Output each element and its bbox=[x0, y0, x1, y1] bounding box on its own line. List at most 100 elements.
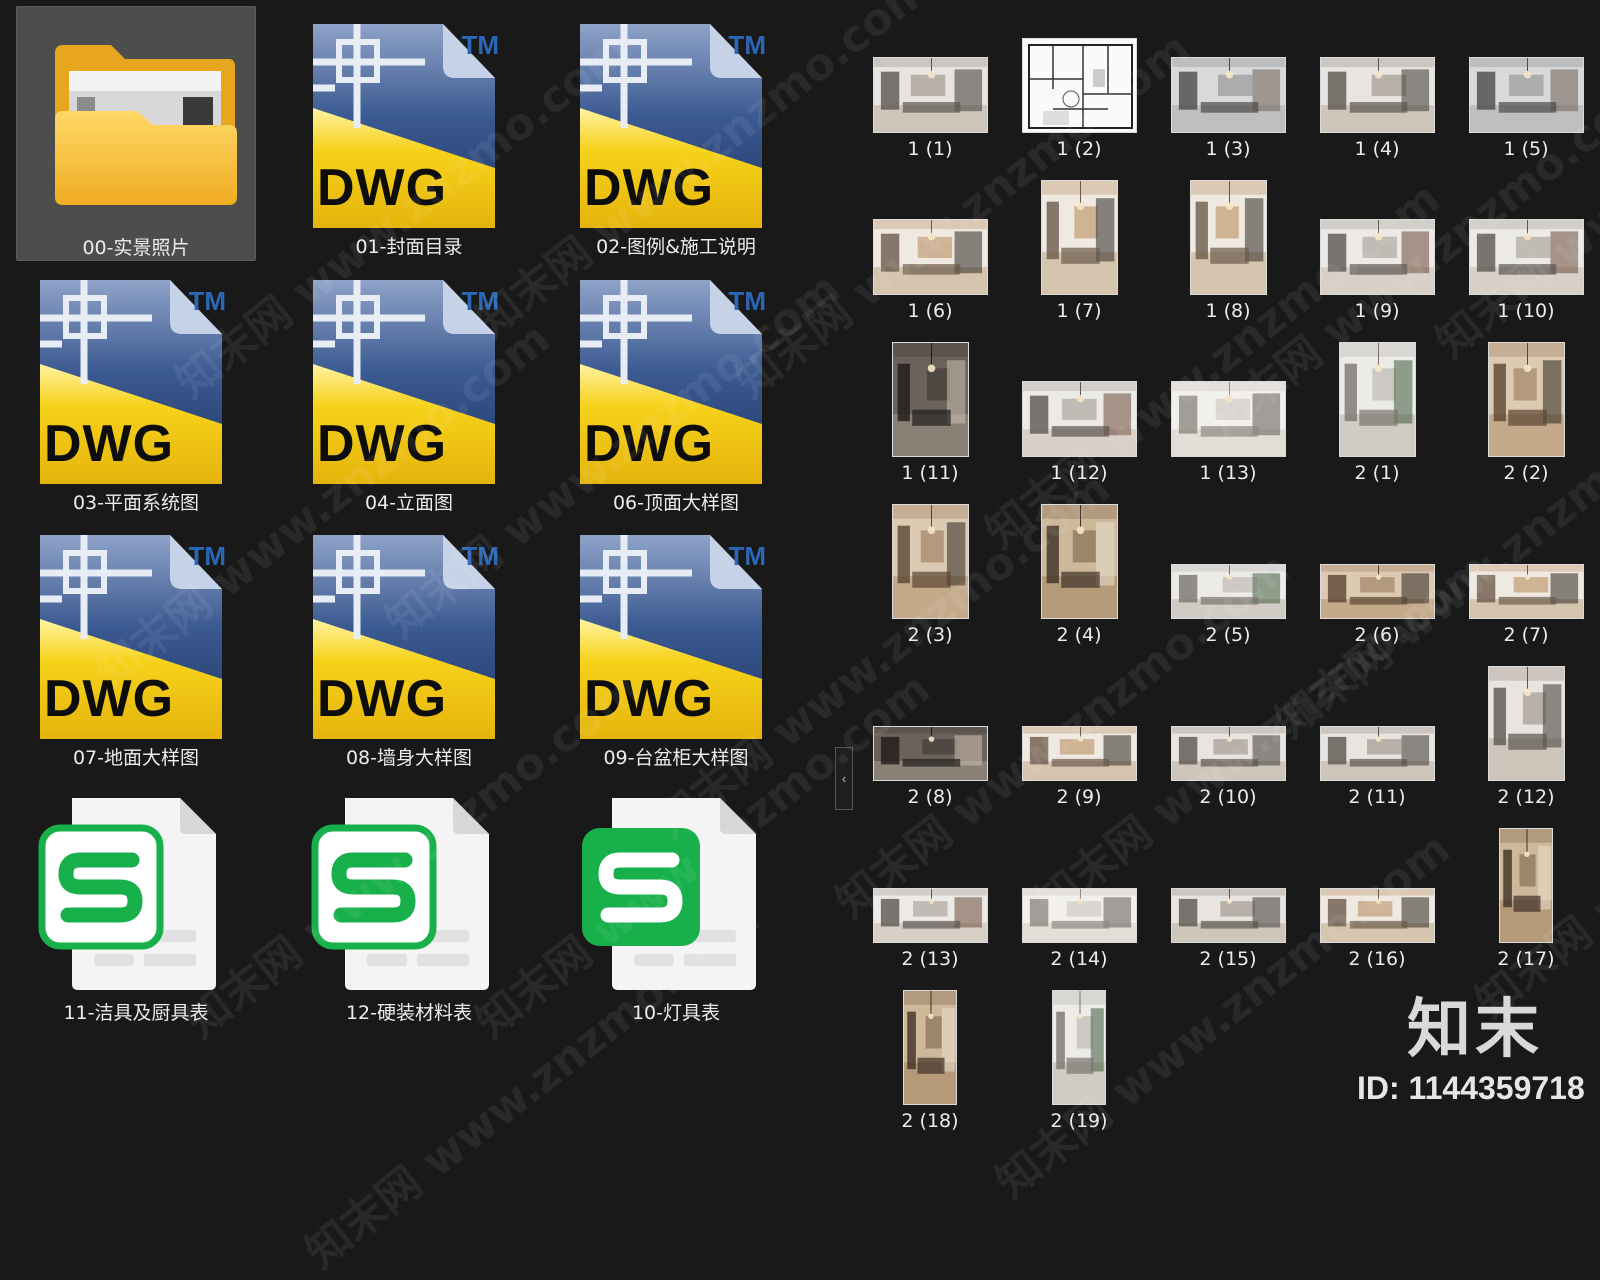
file-item[interactable]: TM DWG 06-顶面大样图 bbox=[556, 262, 796, 517]
image-thumbnail-item[interactable]: 2 (16) bbox=[1302, 822, 1452, 982]
file-name-label: 02-图例&施工说明 bbox=[596, 236, 756, 258]
file-name-label: 03-平面系统图 bbox=[72, 492, 200, 514]
image-file-name-label: 2 (4) bbox=[1056, 624, 1102, 646]
image-thumbnail-item[interactable]: 1 (1) bbox=[855, 12, 1005, 172]
image-file-name-label: 1 (8) bbox=[1205, 300, 1251, 322]
image-thumbnail-item[interactable]: 2 (9) bbox=[1004, 660, 1154, 820]
dwg-file-icon: TM DWG bbox=[572, 274, 780, 486]
image-thumbnail bbox=[1170, 381, 1286, 457]
dwg-file-icon: TM DWG bbox=[32, 529, 240, 741]
image-thumbnail-item[interactable]: 1 (10) bbox=[1451, 174, 1600, 334]
image-thumbnail-item[interactable]: 1 (12) bbox=[1004, 336, 1154, 496]
spreadsheet-file-icon bbox=[572, 784, 780, 996]
image-thumbnail-item[interactable]: 2 (7) bbox=[1451, 498, 1600, 658]
image-thumbnail-item[interactable]: 2 (11) bbox=[1302, 660, 1452, 820]
image-thumbnail-item[interactable]: 2 (2) bbox=[1451, 336, 1600, 496]
image-thumbnail bbox=[1468, 57, 1584, 133]
image-thumbnail bbox=[1499, 828, 1553, 943]
dwg-badge-label: DWG bbox=[44, 415, 175, 473]
file-name-label: 11-洁具及厨具表 bbox=[63, 1002, 209, 1024]
image-thumbnail bbox=[1319, 726, 1435, 781]
trademark-label: TM bbox=[188, 541, 226, 571]
file-item[interactable]: TM DWG 03-平面系统图 bbox=[16, 262, 256, 517]
dwg-badge-label: DWG bbox=[584, 159, 715, 217]
file-item[interactable]: TM DWG 02-图例&施工说明 bbox=[556, 6, 796, 261]
file-item[interactable]: TM DWG 07-地面大样图 bbox=[16, 517, 256, 772]
dwg-file-icon: TM DWG bbox=[305, 274, 513, 486]
image-file-name-label: 1 (3) bbox=[1205, 138, 1251, 160]
image-file-name-label: 1 (11) bbox=[901, 462, 959, 484]
image-thumbnail-item[interactable]: 2 (15) bbox=[1153, 822, 1303, 982]
file-item[interactable]: 10-灯具表 bbox=[556, 772, 796, 1027]
file-name-label: 08-墙身大样图 bbox=[345, 747, 473, 769]
image-thumbnail-item[interactable]: 1 (8) bbox=[1153, 174, 1303, 334]
image-thumbnail-item[interactable]: 1 (13) bbox=[1153, 336, 1303, 496]
file-item[interactable]: TM DWG 01-封面目录 bbox=[289, 6, 529, 261]
file-item[interactable]: 11-洁具及厨具表 bbox=[16, 772, 256, 1027]
image-thumbnail-item[interactable]: 1 (6) bbox=[855, 174, 1005, 334]
trademark-label: TM bbox=[461, 286, 499, 316]
file-item[interactable]: TM DWG 09-台盆柜大样图 bbox=[556, 517, 796, 772]
image-thumbnail bbox=[891, 342, 969, 457]
image-file-name-label: 1 (5) bbox=[1503, 138, 1549, 160]
trademark-label: TM bbox=[461, 30, 499, 60]
image-thumbnail-item[interactable]: 2 (6) bbox=[1302, 498, 1452, 658]
image-thumbnail-item[interactable]: 1 (9) bbox=[1302, 174, 1452, 334]
image-thumbnail-item[interactable]: 2 (4) bbox=[1004, 498, 1154, 658]
image-thumbnail-item[interactable]: 1 (5) bbox=[1451, 12, 1600, 172]
file-item[interactable]: 00-实景照片 bbox=[16, 6, 256, 261]
image-thumbnail-item[interactable]: 1 (11) bbox=[855, 336, 1005, 496]
image-file-name-label: 2 (7) bbox=[1503, 624, 1549, 646]
image-file-name-label: 1 (4) bbox=[1354, 138, 1400, 160]
spreadsheet-file-icon bbox=[32, 784, 240, 996]
image-thumbnail-item[interactable]: 2 (8) bbox=[855, 660, 1005, 820]
image-file-name-label: 2 (6) bbox=[1354, 624, 1400, 646]
trademark-label: TM bbox=[728, 286, 766, 316]
file-name-label: 01-封面目录 bbox=[355, 236, 463, 258]
image-thumbnail-item[interactable]: 2 (13) bbox=[855, 822, 1005, 982]
image-thumbnail-item[interactable]: 2 (14) bbox=[1004, 822, 1154, 982]
collapse-pane-button[interactable]: ‹ bbox=[835, 747, 853, 810]
asset-id-text: ID: 1144359718 bbox=[1357, 1070, 1585, 1106]
image-thumbnail-item[interactable]: 2 (19) bbox=[1004, 984, 1154, 1144]
file-name-label: 09-台盆柜大样图 bbox=[603, 747, 749, 769]
image-thumbnail bbox=[1040, 180, 1118, 295]
image-thumbnail-item[interactable]: 1 (3) bbox=[1153, 12, 1303, 172]
image-thumbnail-item[interactable]: 2 (1) bbox=[1302, 336, 1452, 496]
image-thumbnail-item[interactable]: 2 (12) bbox=[1451, 660, 1600, 820]
dwg-badge-label: DWG bbox=[317, 159, 448, 217]
image-file-name-label: 2 (13) bbox=[901, 948, 959, 970]
trademark-label: TM bbox=[728, 30, 766, 60]
image-thumbnail bbox=[1487, 666, 1565, 781]
file-name-label: 12-硬装材料表 bbox=[345, 1002, 473, 1024]
file-item[interactable]: TM DWG 04-立面图 bbox=[289, 262, 529, 517]
image-file-name-label: 1 (2) bbox=[1056, 138, 1102, 160]
image-thumbnail-item[interactable]: 1 (4) bbox=[1302, 12, 1452, 172]
image-thumbnail-item[interactable]: 2 (17) bbox=[1451, 822, 1600, 982]
dwg-badge-label: DWG bbox=[584, 670, 715, 728]
dwg-badge-label: DWG bbox=[584, 415, 715, 473]
image-thumbnail bbox=[1338, 342, 1416, 457]
image-thumbnail bbox=[1468, 219, 1584, 295]
image-file-name-label: 2 (16) bbox=[1348, 948, 1406, 970]
file-item[interactable]: TM DWG 08-墙身大样图 bbox=[289, 517, 529, 772]
image-thumbnail-item[interactable]: 2 (5) bbox=[1153, 498, 1303, 658]
image-thumbnail bbox=[1319, 564, 1435, 619]
image-thumbnail-item[interactable]: 1 (7) bbox=[1004, 174, 1154, 334]
image-thumbnail-item[interactable]: 2 (18) bbox=[855, 984, 1005, 1144]
image-file-name-label: 2 (15) bbox=[1199, 948, 1257, 970]
file-item[interactable]: 12-硬装材料表 bbox=[289, 772, 529, 1027]
image-thumbnail bbox=[872, 726, 988, 781]
image-thumbnail bbox=[903, 990, 957, 1105]
image-thumbnail bbox=[1487, 342, 1565, 457]
image-thumbnail-item[interactable]: 1 (2) bbox=[1004, 12, 1154, 172]
image-thumbnail bbox=[1319, 57, 1435, 133]
trademark-label: TM bbox=[728, 541, 766, 571]
image-thumbnail-item[interactable]: 2 (10) bbox=[1153, 660, 1303, 820]
image-file-name-label: 1 (1) bbox=[907, 138, 953, 160]
dwg-file-icon: TM DWG bbox=[32, 274, 240, 486]
image-file-name-label: 2 (2) bbox=[1503, 462, 1549, 484]
image-file-name-label: 1 (13) bbox=[1199, 462, 1257, 484]
image-file-name-label: 2 (1) bbox=[1354, 462, 1400, 484]
image-thumbnail-item[interactable]: 2 (3) bbox=[855, 498, 1005, 658]
